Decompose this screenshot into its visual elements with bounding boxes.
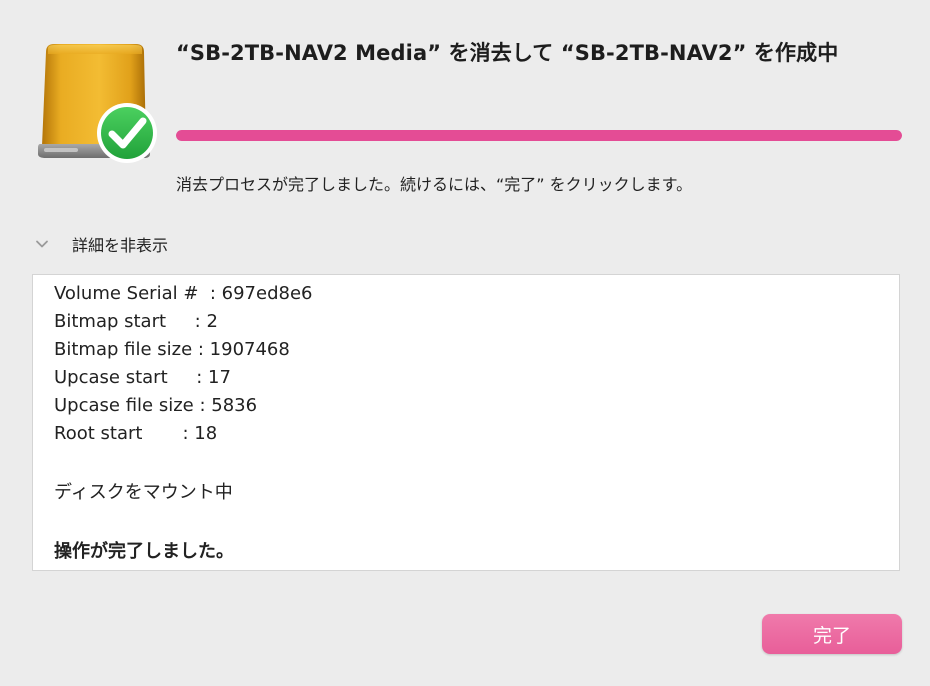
external-drive-icon (38, 44, 157, 163)
progress-bar (176, 130, 902, 141)
log-line: Volume Serial # : 697ed8e6 (54, 283, 313, 304)
log-line: Root start : 18 (54, 423, 218, 444)
log-blank-line (54, 448, 899, 479)
log-blank-line (54, 507, 899, 538)
progress-fill (176, 130, 902, 141)
log-line: Bitmap start : 2 (54, 311, 218, 332)
dialog-title: “SB-2TB-NAV2 Media” を消去して “SB-2TB-NAV2” … (176, 41, 839, 65)
log-line: ディスクをマウント中 (54, 482, 233, 503)
details-toggle[interactable]: 詳細を非表示 (34, 230, 168, 258)
log-line: Upcase file size : 5836 (54, 395, 258, 416)
details-toggle-label: 詳細を非表示 (72, 236, 169, 255)
log-line: Bitmap file size : 1907468 (54, 339, 290, 360)
chevron-down-icon (36, 240, 48, 248)
status-message: 消去プロセスが完了しました。続けるには、“完了” をクリックします。 (176, 175, 693, 194)
done-button[interactable]: 完了 (762, 614, 902, 654)
erase-dialog: “SB-2TB-NAV2 Media” を消去して “SB-2TB-NAV2” … (0, 0, 930, 686)
log-line: 操作が完了しました。 (54, 541, 234, 562)
details-log[interactable]: Volume Serial # : 697ed8e6 Bitmap start :… (32, 274, 900, 571)
log-line: Upcase start : 17 (54, 367, 231, 388)
